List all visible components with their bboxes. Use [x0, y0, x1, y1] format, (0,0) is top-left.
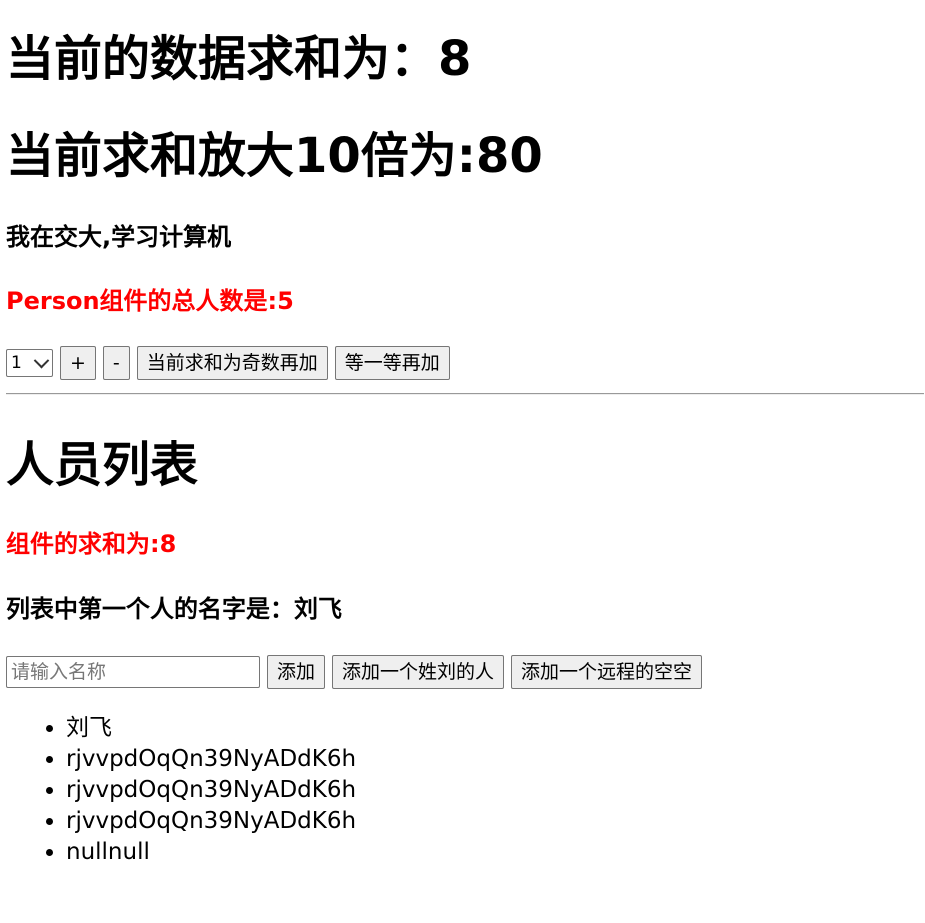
- component-sum-heading: 组件的求和为:8: [6, 530, 177, 558]
- increment-if-odd-button[interactable]: 当前求和为奇数再加: [136, 346, 328, 380]
- decrement-button[interactable]: -: [102, 346, 130, 380]
- list-item: rjvvpdOqQn39NyADdK6h: [66, 744, 356, 775]
- increment-select[interactable]: 1: [6, 349, 53, 377]
- increment-async-button[interactable]: 等一等再加: [334, 346, 450, 380]
- add-person-row: 添加 添加一个姓刘的人 添加一个远程的空空: [6, 655, 703, 689]
- increment-button[interactable]: +: [60, 346, 96, 380]
- first-person-heading: 列表中第一个人的名字是：刘飞: [6, 595, 342, 623]
- section-divider: [6, 393, 924, 395]
- sum-heading: 当前的数据求和为：8: [6, 31, 472, 87]
- add-person-button[interactable]: 添加: [267, 655, 326, 689]
- list-item: 刘飞: [66, 713, 356, 744]
- list-item: rjvvpdOqQn39NyADdK6h: [66, 775, 356, 806]
- person-list: 刘飞 rjvvpdOqQn39NyADdK6h rjvvpdOqQn39NyAD…: [6, 713, 356, 868]
- school-heading: 我在交大,学习计算机: [6, 223, 232, 251]
- name-input[interactable]: [6, 656, 260, 688]
- sum-times-ten-heading: 当前求和放大10倍为:80: [6, 128, 543, 184]
- person-count-heading: Person组件的总人数是:5: [6, 287, 294, 315]
- person-list-title: 人员列表: [6, 437, 199, 493]
- counter-toolbar: 1 + - 当前求和为奇数再加 等一等再加: [6, 346, 450, 380]
- add-liu-person-button[interactable]: 添加一个姓刘的人: [332, 655, 505, 689]
- list-item: rjvvpdOqQn39NyADdK6h: [66, 806, 356, 837]
- add-remote-person-button[interactable]: 添加一个远程的空空: [511, 655, 703, 689]
- chevron-down-icon: [33, 352, 50, 368]
- increment-select-value: 1: [11, 353, 22, 373]
- list-item: nullnull: [66, 837, 356, 868]
